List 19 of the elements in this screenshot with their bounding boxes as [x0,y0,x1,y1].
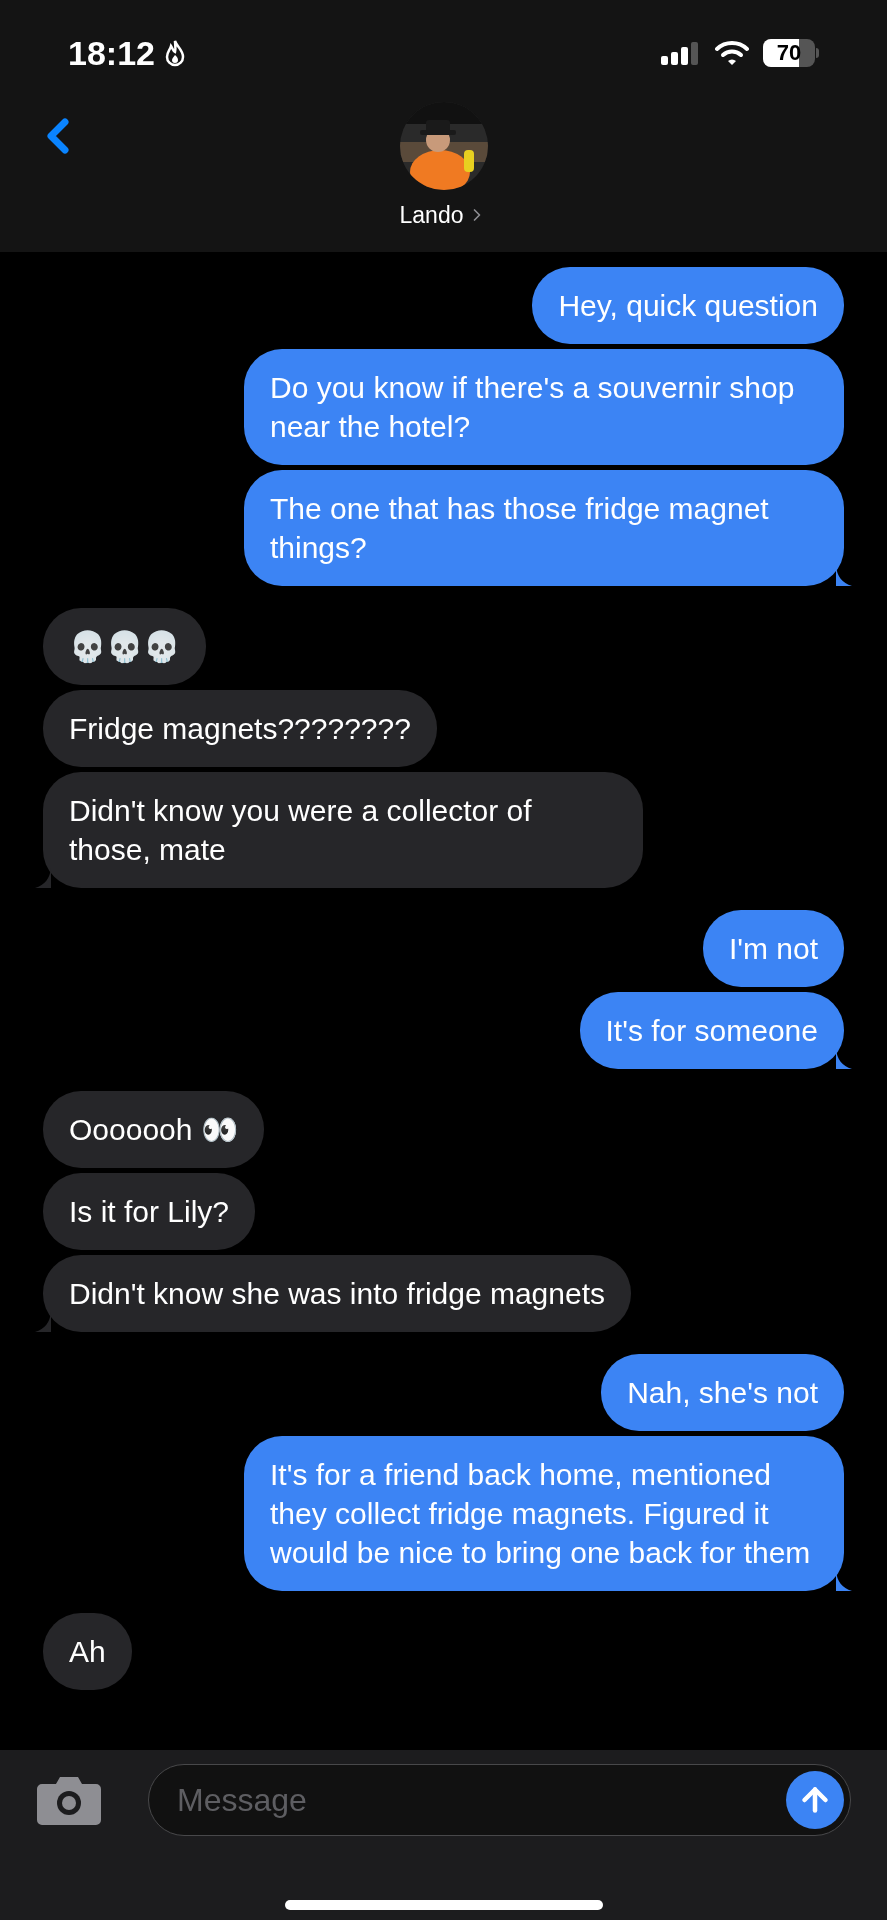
received-message: 💀💀💀 [43,608,206,685]
sent-message: Hey, quick question [532,267,844,344]
received-message: Didn't know you were a collector of those, mate [43,772,643,888]
sent-message: It's for someone [579,992,844,1069]
sent-message: It's for a friend back home, mentioned they collect fridge magnets. Figured it would be nice to bring one back for them [244,1436,844,1591]
received-message: Ah [43,1613,132,1690]
received-message: Fridge magnets???????? [43,690,437,767]
sent-message: Nah, she's not [601,1354,844,1431]
contact-name[interactable]: Lando [399,198,464,233]
received-message: Didn't know she was into fridge magnets [43,1255,631,1332]
sent-message: I'm not [702,910,844,987]
message-field[interactable]: Message [148,1764,851,1836]
sent-message: Do you know if there's a souvernir shop near the hotel? [244,349,844,465]
wifi-icon [715,40,749,66]
status-time: 18:12 [68,32,155,74]
camera-icon[interactable] [36,1774,102,1826]
signal-icon [661,41,701,65]
received-message: Is it for Lily? [43,1173,256,1250]
sent-message: The one that has those fridge magnet things? [244,470,844,586]
